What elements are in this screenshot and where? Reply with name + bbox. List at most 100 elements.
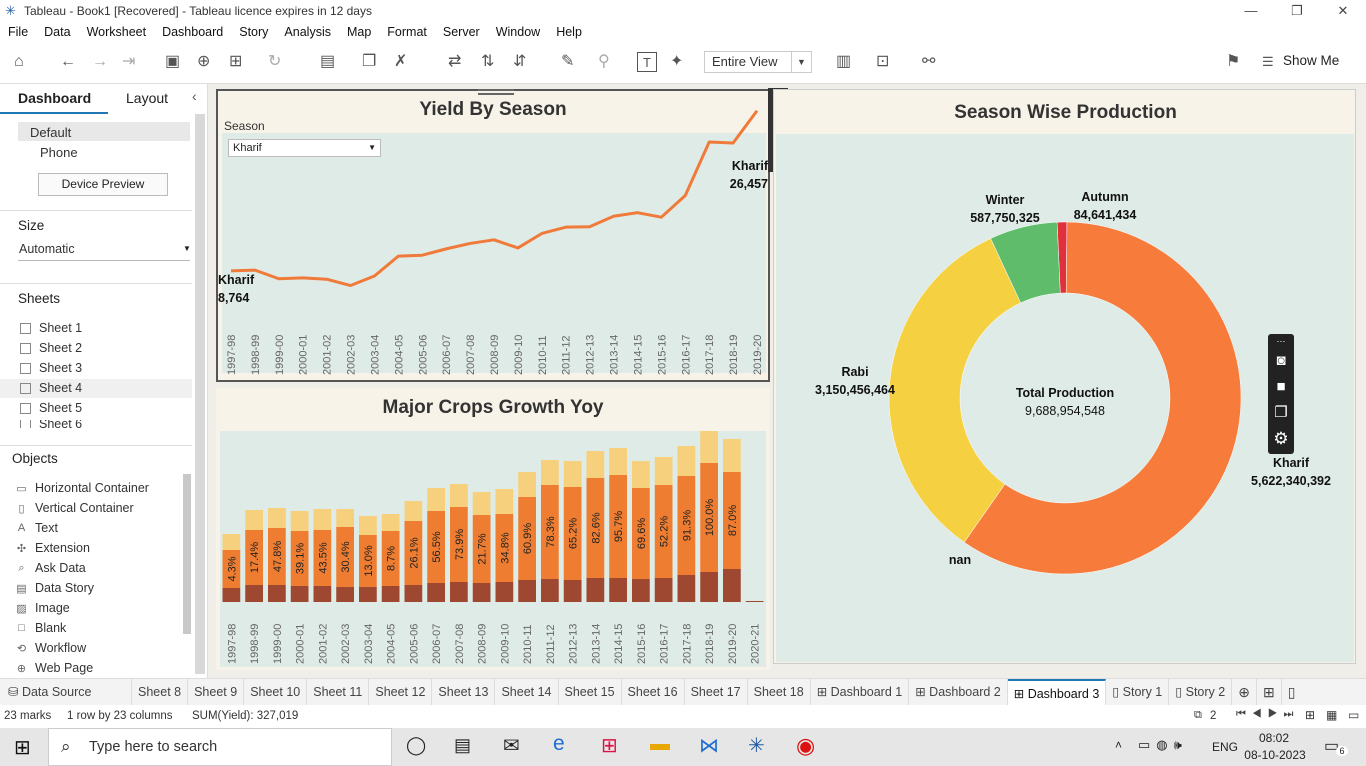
object-horizontal-container[interactable]: ▭ Horizontal Container [16, 481, 149, 495]
menu-file[interactable]: File [8, 25, 28, 39]
clock-time[interactable]: 08:02 [1250, 731, 1298, 745]
objects-scrollbar[interactable] [183, 474, 191, 634]
tab-data-source[interactable]: ⛁ Data Source [0, 678, 132, 706]
tab-sheet-14[interactable]: Sheet 14 [495, 678, 559, 706]
show-labels-icon[interactable]: T [637, 52, 657, 72]
tab-navigation[interactable]: ⏮◀▶⏭ [1236, 708, 1299, 721]
edge-icon[interactable]: e [553, 732, 565, 756]
chevron-up-icon[interactable]: ˄ [1115, 738, 1122, 752]
menu-analysis[interactable]: Analysis [284, 25, 331, 39]
undo-icon[interactable]: ← [60, 52, 76, 72]
device-preview-button[interactable]: Device Preview [38, 173, 168, 196]
object-text[interactable]: A Text [16, 521, 58, 535]
tab-sheet-8[interactable]: Sheet 8 [132, 678, 189, 706]
tab-dashboard-1[interactable]: ⊞ Dashboard 1 [811, 678, 910, 706]
minimize-button[interactable]: — [1228, 0, 1274, 22]
tab-sheet-11[interactable]: Sheet 11 [307, 678, 370, 706]
format-painter-icon[interactable]: ⚑ [1226, 52, 1240, 72]
sheet-item[interactable]: Sheet 6 [20, 420, 82, 428]
mail-icon[interactable]: ✉ [503, 733, 520, 758]
menu-help[interactable]: Help [556, 25, 582, 39]
new-worksheet-icon[interactable]: ▤ [320, 52, 335, 72]
new-story-tab-icon[interactable]: ▯ [1282, 679, 1302, 706]
object-extension[interactable]: ✣ Extension [16, 541, 90, 555]
sheet-item[interactable]: Sheet 2 [20, 341, 82, 355]
object-data-story[interactable]: ▤ Data Story [16, 581, 94, 595]
sort-asc-icon[interactable]: ⇅ [481, 52, 494, 72]
tab-sheet-18[interactable]: Sheet 18 [748, 678, 811, 706]
redo-icon[interactable]: → [92, 52, 108, 72]
chevron-down-icon[interactable]: ▼ [183, 244, 191, 253]
camera-icon[interactable]: ◙ [1268, 348, 1294, 374]
video-icon[interactable]: ■ [1268, 374, 1294, 400]
tab-sheet-17[interactable]: Sheet 17 [685, 678, 748, 706]
object-blank[interactable]: □ Blank [16, 621, 66, 635]
pin-icon[interactable]: ✦ [670, 52, 683, 72]
highlight-icon[interactable]: ✎ [561, 52, 574, 72]
save-icon[interactable]: ▣ [165, 52, 180, 72]
recorder-icon[interactable]: ◉ [796, 733, 815, 759]
collapse-icon[interactable]: ‹ [192, 88, 197, 104]
tableau-taskbar-icon[interactable]: ✳ [748, 733, 765, 758]
cards-icon[interactable]: ▥ [836, 52, 851, 72]
clear-sheet-icon[interactable]: ✗ [394, 52, 407, 72]
object-web-page[interactable]: ⊕ Web Page [16, 661, 93, 675]
replay-icon[interactable]: ⇥ [122, 52, 135, 72]
language-indicator[interactable]: ENG [1212, 740, 1238, 754]
home-icon[interactable]: ⌂ [14, 52, 24, 72]
menu-window[interactable]: Window [496, 25, 540, 39]
tab-sheet-10[interactable]: Sheet 10 [244, 678, 308, 706]
menu-server[interactable]: Server [443, 25, 480, 39]
swap-icon[interactable]: ⇄ [448, 52, 461, 72]
group-icon[interactable]: ⚲ [598, 52, 610, 72]
size-dropdown[interactable]: Automatic [19, 242, 75, 256]
tab-layout[interactable]: Layout [126, 86, 168, 110]
sort-desc-icon[interactable]: ⇵ [513, 52, 526, 72]
file-explorer-icon[interactable]: ▬ [650, 733, 670, 756]
share-icon[interactable]: ⚯ [922, 52, 935, 72]
tab-story-1[interactable]: ▯ Story 1 [1106, 678, 1170, 706]
tab-dashboard-3[interactable]: ⊞ Dashboard 3 [1007, 678, 1107, 706]
windows-start-icon[interactable]: ⊞ [14, 735, 31, 760]
device-default[interactable]: Default [30, 125, 71, 140]
sheet-item[interactable]: Sheet 1 [20, 321, 82, 335]
tab-sheet-9[interactable]: Sheet 9 [188, 678, 245, 706]
taskbar-search[interactable]: ⌕ Type here to search [48, 728, 392, 766]
widgets-icon[interactable]: ▤ [454, 735, 471, 756]
object-image[interactable]: ▨ Image [16, 601, 69, 615]
tab-dashboard-2[interactable]: ⊞ Dashboard 2 [909, 678, 1008, 706]
sheet-item[interactable]: Sheet 4 [20, 381, 82, 395]
tray-icons[interactable]: ▭◍🕪 [1138, 737, 1188, 753]
presentation-icon[interactable]: ⊡ [876, 52, 889, 72]
show-me-button[interactable]: Show Me [1283, 53, 1339, 68]
tab-sheet-16[interactable]: Sheet 16 [622, 678, 685, 706]
tab-sheet-13[interactable]: Sheet 13 [432, 678, 496, 706]
tab-sheet-15[interactable]: Sheet 15 [559, 678, 622, 706]
menu-worksheet[interactable]: Worksheet [87, 25, 147, 39]
menu-map[interactable]: Map [347, 25, 371, 39]
object-ask-data[interactable]: ⌕ Ask Data [16, 561, 85, 575]
menu-data[interactable]: Data [44, 25, 70, 39]
maximize-button[interactable]: ❐ [1274, 0, 1320, 22]
sheet-item[interactable]: Sheet 5 [20, 401, 82, 415]
duplicate-icon[interactable]: ❐ [362, 52, 376, 72]
tab-story-2[interactable]: ▯ Story 2 [1169, 678, 1233, 706]
refresh-icon[interactable]: ↻ [268, 52, 281, 72]
new-data-source-icon[interactable]: ⊕ [197, 52, 210, 72]
store-icon[interactable]: ⊞ [601, 733, 618, 758]
fit-dropdown[interactable]: Entire View ▼ [704, 51, 812, 73]
settings-gear-icon[interactable]: ⚙ [1268, 426, 1294, 452]
clock-date[interactable]: 08-10-2023 [1242, 748, 1308, 762]
menu-format[interactable]: Format [387, 25, 427, 39]
yield-by-season-panel[interactable]: Yield By Season Season Kharif ▼ 1997-98 19… [216, 89, 770, 382]
show-me-icon[interactable]: ☰ [1262, 52, 1274, 72]
window-icon[interactable]: ❐ [1268, 400, 1294, 426]
drag-handle[interactable] [478, 89, 514, 95]
major-crops-panel[interactable]: Major Crops Growth Yoy 4.3% 1997-98 17.4% 1… [216, 388, 770, 670]
object-vertical-container[interactable]: ▯ Vertical Container [16, 501, 133, 515]
grid-view-icon[interactable]: ⊞ [1305, 708, 1315, 722]
new-dashboard-tab-icon[interactable]: ⊞ [1257, 678, 1282, 706]
new-worksheet-tab-icon[interactable]: ⊕ [1232, 678, 1257, 706]
tabs-icon[interactable]: ▭ [1348, 708, 1359, 722]
object-workflow[interactable]: ⟲ Workflow [16, 641, 86, 655]
